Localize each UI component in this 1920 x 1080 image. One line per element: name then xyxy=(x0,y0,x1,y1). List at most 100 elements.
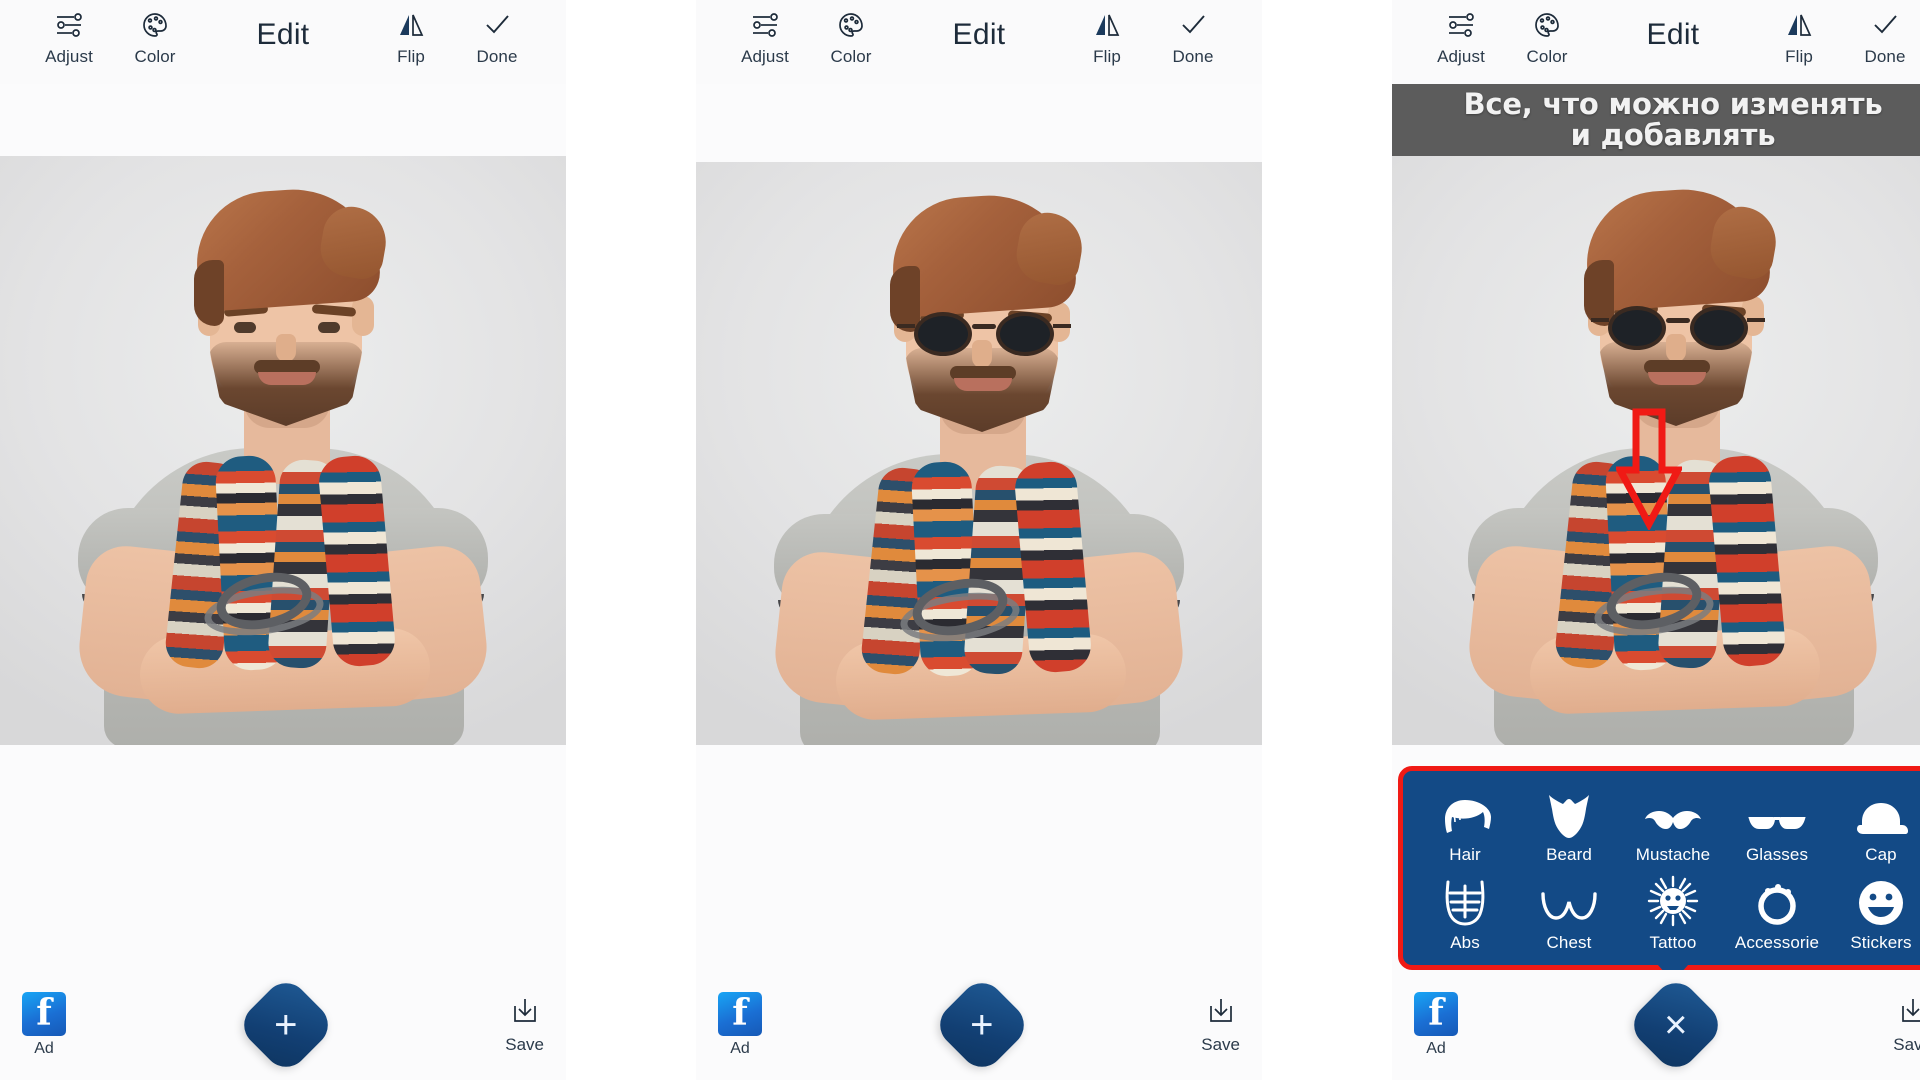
portrait-subject xyxy=(68,156,498,745)
option-cap[interactable]: Cap xyxy=(1829,787,1920,865)
option-mustache[interactable]: Mustache xyxy=(1621,787,1725,865)
adjust-label: Adjust xyxy=(1437,47,1485,66)
promo-text: Все, что можно изменять и добавлять xyxy=(1449,89,1896,151)
facebook-icon: f xyxy=(22,992,66,1036)
ad-button[interactable]: f Ad xyxy=(22,992,66,1058)
option-label: Accessorie xyxy=(1734,933,1820,952)
stickers-icon xyxy=(1857,875,1905,927)
beard-icon xyxy=(1543,787,1595,839)
done-button[interactable]: Done xyxy=(1150,8,1236,67)
adjust-button[interactable]: Adjust xyxy=(722,8,808,67)
palette-icon xyxy=(837,8,865,42)
adjust-label: Adjust xyxy=(45,47,93,66)
ad-button[interactable]: f Ad xyxy=(718,992,762,1058)
flip-label: Flip xyxy=(397,47,425,66)
flip-button[interactable]: Flip xyxy=(1756,8,1842,67)
photo-canvas[interactable] xyxy=(0,156,566,745)
option-abs[interactable]: Abs xyxy=(1413,875,1517,953)
portrait-subject xyxy=(1458,156,1888,745)
option-beard[interactable]: Beard xyxy=(1517,787,1621,865)
palette-icon xyxy=(141,8,169,42)
ad-label: Ad xyxy=(34,1040,54,1057)
page-title: Edit xyxy=(1646,18,1700,51)
color-label: Color xyxy=(1526,47,1568,66)
check-icon xyxy=(483,8,511,42)
ad-button[interactable]: f Ad xyxy=(1414,992,1458,1058)
color-button[interactable]: Color xyxy=(1504,8,1590,67)
page-title: Edit xyxy=(256,18,310,51)
sliders-icon xyxy=(54,8,84,42)
top-toolbar: Adjust Color Edit Flip Done xyxy=(696,0,1262,84)
hair-icon xyxy=(1439,787,1491,839)
save-label: Save xyxy=(1893,1034,1920,1054)
option-accessorie[interactable]: Accessorie xyxy=(1725,875,1829,953)
color-button[interactable]: Color xyxy=(112,8,198,67)
bottom-bar: f Ad + Save xyxy=(696,970,1262,1080)
flip-icon xyxy=(1093,8,1121,42)
flip-icon xyxy=(1785,8,1813,42)
panel-divider-1 xyxy=(566,0,696,1080)
panel-3: Adjust Color Edit Flip Done Все, что мож… xyxy=(1392,0,1920,1080)
close-button[interactable]: × xyxy=(1624,974,1727,1076)
plus-icon: + xyxy=(273,1002,298,1047)
photo-canvas[interactable] xyxy=(1392,156,1920,745)
done-label: Done xyxy=(1172,47,1214,66)
option-label: Hair xyxy=(1449,845,1481,864)
sliders-icon xyxy=(750,8,780,42)
bottom-bar: f Ad × Save xyxy=(1392,970,1920,1080)
done-button[interactable]: Done xyxy=(454,8,540,67)
close-icon: × xyxy=(1663,1002,1688,1047)
flip-label: Flip xyxy=(1785,47,1813,66)
save-button[interactable]: Save xyxy=(1893,996,1920,1055)
panel-1: Adjust Color Edit Flip Done f Ad + Save xyxy=(0,0,566,1080)
check-icon xyxy=(1179,8,1207,42)
color-label: Color xyxy=(830,47,872,66)
panel-divider-2 xyxy=(1262,0,1392,1080)
option-label: Chest xyxy=(1546,933,1592,952)
option-stickers[interactable]: Stickers xyxy=(1829,875,1920,953)
flip-button[interactable]: Flip xyxy=(368,8,454,67)
options-row-1: Hair Beard Mustache Glasses Cap xyxy=(1413,787,1920,865)
done-button[interactable]: Done xyxy=(1842,8,1920,67)
flip-label: Flip xyxy=(1093,47,1121,66)
save-button[interactable]: Save xyxy=(1201,996,1240,1055)
photo-canvas[interactable] xyxy=(696,162,1262,745)
done-label: Done xyxy=(476,47,518,66)
add-button[interactable]: + xyxy=(234,974,337,1076)
option-tattoo[interactable]: Tattoo xyxy=(1621,875,1725,953)
save-label: Save xyxy=(505,1034,544,1054)
scarf xyxy=(859,459,1104,686)
done-label: Done xyxy=(1864,47,1906,66)
panel-2: Adjust Color Edit Flip Done f Ad + Save xyxy=(696,0,1262,1080)
adjust-button[interactable]: Adjust xyxy=(26,8,112,67)
option-label: Mustache xyxy=(1635,845,1711,864)
flip-icon xyxy=(397,8,425,42)
options-row-2: Abs Chest Tattoo Accessorie Stickers xyxy=(1413,875,1920,953)
option-glasses[interactable]: Glasses xyxy=(1725,787,1829,865)
portrait-subject xyxy=(764,162,1194,745)
glasses-icon xyxy=(1747,787,1807,839)
option-label: Cap xyxy=(1865,845,1897,864)
scarf xyxy=(1553,453,1798,680)
mustache-icon xyxy=(1644,787,1702,839)
ad-label: Ad xyxy=(730,1040,750,1057)
check-icon xyxy=(1871,8,1899,42)
adjust-button[interactable]: Adjust xyxy=(1418,8,1504,67)
abs-icon xyxy=(1442,875,1488,927)
sunglasses-overlay xyxy=(1591,306,1765,350)
tattoo-icon xyxy=(1647,875,1699,927)
add-button[interactable]: + xyxy=(930,974,1033,1076)
save-label: Save xyxy=(1201,1034,1240,1054)
option-chest[interactable]: Chest xyxy=(1517,875,1621,953)
bottom-bar: f Ad + Save xyxy=(0,970,566,1080)
option-hair[interactable]: Hair xyxy=(1413,787,1517,865)
chest-icon xyxy=(1540,875,1598,927)
cap-icon xyxy=(1853,787,1909,839)
flip-button[interactable]: Flip xyxy=(1064,8,1150,67)
plus-icon: + xyxy=(969,1002,994,1047)
save-button[interactable]: Save xyxy=(505,996,544,1055)
scarf xyxy=(163,453,408,680)
adjust-label: Adjust xyxy=(741,47,789,66)
download-icon xyxy=(1206,996,1236,1031)
color-button[interactable]: Color xyxy=(808,8,894,67)
